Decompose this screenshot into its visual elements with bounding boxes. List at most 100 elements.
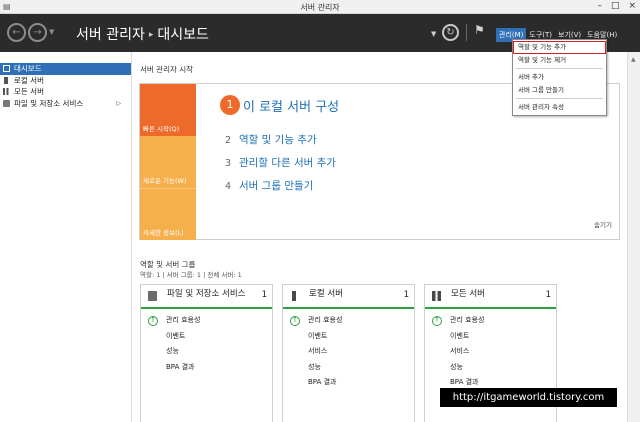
menu-item-create-server-group[interactable]: 서버 그룹 만들기: [513, 84, 606, 97]
card-title: 파일 및 저장소 서비스: [167, 289, 246, 299]
card-title: 로컬 서버: [309, 289, 343, 299]
menu-item-properties[interactable]: 서버 관리자 속성: [513, 101, 606, 114]
card-row-label: 서비스: [308, 347, 328, 355]
sidebar-item-file-storage[interactable]: 파일 및 저장소 서비스 ▷: [0, 98, 131, 110]
card-row-label: 이벤트: [166, 331, 186, 340]
chevron-down-icon[interactable]: ▼: [431, 30, 436, 38]
add-roles-features-link[interactable]: 2 역할 및 기능 추가: [225, 132, 317, 147]
sidebar-item-label: 파일 및 저장소 서비스: [14, 98, 84, 108]
card-row-label: 성능: [308, 362, 321, 371]
step-label: 역할 및 기능 추가: [239, 134, 317, 146]
step-number: 4: [225, 181, 232, 192]
manage-menu-dropdown: 역할 및 기능 추가 역할 및 기능 제거 서버 추가 서버 그룹 만들기 서버…: [512, 39, 607, 116]
card-row-bpa[interactable]: BPA 결과: [283, 375, 414, 391]
role-card-file-storage[interactable]: 파일 및 저장소 서비스 1 ↑ 관리 효용성 이벤트 성능 BPA 결과: [140, 284, 273, 422]
card-row-manageability[interactable]: ↑ 관리 효용성: [283, 313, 414, 329]
sidebar-item-local-server[interactable]: 로컬 서버: [0, 75, 131, 87]
header-divider: [466, 24, 467, 41]
roles-summary: 역할: 1 | 서버 그룹: 1 | 전체 서버: 1: [140, 271, 242, 279]
step-label: 관리할 다른 서버 추가: [239, 157, 336, 169]
menu-item-add-servers[interactable]: 서버 추가: [513, 71, 606, 84]
forward-arrow-icon[interactable]: →: [28, 23, 47, 42]
file-storage-icon: [148, 291, 157, 301]
card-row-performance[interactable]: 성능: [283, 360, 414, 376]
notifications-flag-icon[interactable]: ⚑: [474, 23, 485, 37]
card-header: 모든 서버 1: [425, 285, 556, 309]
role-card-local-server[interactable]: 로컬 서버 1 ↑ 관리 효용성 이벤트 서비스 성능 BPA 결과: [282, 284, 415, 422]
scroll-up-icon[interactable]: ▲: [631, 56, 636, 63]
create-server-group-link[interactable]: 4 서버 그룹 만들기: [225, 178, 313, 193]
card-count: 1: [403, 290, 409, 300]
card-row-manageability[interactable]: ↑ 관리 효용성: [141, 313, 272, 329]
servers-icon: [3, 88, 10, 95]
sidebar-item-label: 대시보드: [14, 64, 42, 73]
servers-icon: [432, 291, 441, 301]
card-row-label: BPA 결과: [166, 362, 195, 371]
card-count: 1: [545, 290, 551, 300]
card-row-label: 서비스: [450, 347, 470, 355]
card-row-events[interactable]: 이벤트: [425, 329, 556, 345]
card-header: 로컬 서버 1: [283, 285, 414, 309]
server-icon: [292, 291, 296, 301]
menu-item-add-roles-features[interactable]: 역할 및 기능 추가: [513, 41, 606, 54]
card-row-events[interactable]: 이벤트: [283, 329, 414, 345]
sidebar-item-dashboard[interactable]: 대시보드: [0, 63, 131, 75]
sidebar-item-all-servers[interactable]: 모든 서버: [0, 86, 131, 98]
sidebar-item-label: 로컬 서버: [14, 75, 44, 85]
window-titlebar: ▤ 서버 관리자 – □ ×: [0, 0, 640, 14]
breadcrumb-current: 대시보드: [157, 27, 209, 43]
card-row-label: 이벤트: [450, 331, 470, 340]
hide-link[interactable]: 숨기기: [594, 219, 612, 229]
vertical-scrollbar[interactable]: ▲: [627, 52, 640, 422]
card-row-manageability[interactable]: ↑ 관리 효용성: [425, 313, 556, 329]
step-number-badge: 1: [220, 95, 240, 115]
card-header: 파일 및 저장소 서비스 1: [141, 285, 272, 309]
tab-whats-new-label: 새로운 기능(W): [143, 177, 187, 185]
card-row-performance[interactable]: 성능: [141, 344, 272, 360]
tab-whats-new[interactable]: 새로운 기능(W): [140, 136, 196, 188]
dashboard-icon: [3, 65, 10, 72]
tab-quick-start[interactable]: 빠른 시작(Q): [140, 84, 196, 136]
menu-divider: [516, 98, 603, 99]
card-row-label: 관리 효용성: [308, 316, 343, 324]
sidebar-item-label: 모든 서버: [14, 87, 44, 96]
status-ok-icon: ↑: [432, 316, 442, 326]
tab-learn-more[interactable]: 자세한 정보(L): [140, 188, 196, 240]
minimize-button[interactable]: –: [597, 1, 602, 11]
card-row-label: 성능: [166, 347, 179, 355]
nav-history-chevron-icon[interactable]: ▼: [49, 28, 54, 36]
card-title: 모든 서버: [451, 289, 485, 299]
quick-start-section-title: 서버 관리자 시작: [140, 65, 194, 74]
sidebar: 대시보드 로컬 서버 모든 서버 파일 및 저장소 서비스 ▷: [0, 52, 132, 422]
breadcrumb-separator-icon: ▸: [148, 30, 154, 40]
card-row-services[interactable]: 서비스: [283, 344, 414, 360]
expand-arrow-icon[interactable]: ▷: [116, 98, 121, 110]
card-row-label: BPA 결과: [308, 378, 337, 386]
add-servers-link[interactable]: 3 관리할 다른 서버 추가: [225, 155, 336, 170]
maximize-button[interactable]: □: [611, 1, 620, 11]
card-row-services[interactable]: 서비스: [425, 344, 556, 360]
configure-local-server-link[interactable]: 1이 로컬 서버 구성: [220, 95, 339, 115]
refresh-icon[interactable]: ↻: [442, 24, 459, 41]
card-row-label: BPA 결과: [450, 378, 479, 386]
breadcrumb: 서버 관리자 ▸ 대시보드: [76, 24, 209, 44]
status-ok-icon: ↑: [148, 316, 158, 326]
step-label: 이 로컬 서버 구성: [243, 99, 340, 115]
card-row-bpa[interactable]: BPA 결과: [141, 360, 272, 376]
tab-learn-more-label: 자세한 정보(L): [143, 229, 184, 237]
card-row-performance[interactable]: 성능: [425, 360, 556, 376]
card-row-events[interactable]: 이벤트: [141, 329, 272, 345]
menu-divider: [516, 68, 603, 69]
card-row-label: 관리 효용성: [450, 316, 485, 324]
step-number: 2: [225, 135, 232, 146]
tab-quick-start-label: 빠른 시작(Q): [143, 125, 180, 133]
back-arrow-icon[interactable]: ←: [7, 23, 26, 42]
status-ok-icon: ↑: [290, 316, 300, 326]
window-title: 서버 관리자: [300, 3, 340, 12]
window-controls: – □ ×: [597, 1, 636, 11]
close-button[interactable]: ×: [628, 1, 636, 11]
breadcrumb-root[interactable]: 서버 관리자: [76, 27, 145, 43]
menu-item-remove-roles-features[interactable]: 역할 및 기능 제거: [513, 54, 606, 67]
file-storage-icon: [3, 99, 10, 107]
card-row-label: 성능: [450, 362, 463, 371]
